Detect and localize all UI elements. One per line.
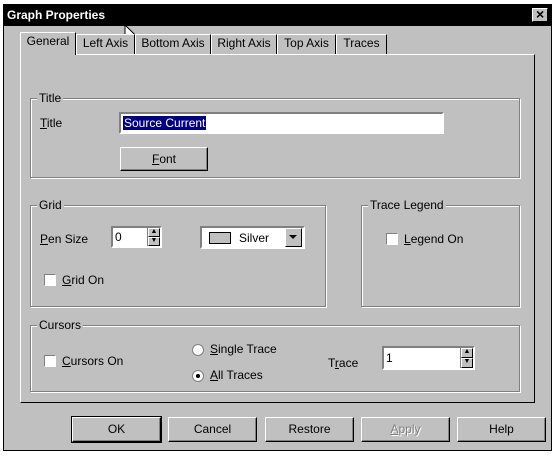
cursors-group: Cursors Cursors On Single Trace All Trac… [30,318,520,392]
cursors-group-legend: Cursors [37,318,84,332]
single-trace-radio[interactable] [192,344,204,356]
font-button[interactable]: Font [120,147,208,171]
close-button[interactable]: × [532,6,548,22]
cursors-on-label: Cursors On [62,354,124,368]
help-button[interactable]: Help [457,417,546,442]
tab-left-axis[interactable]: Left Axis [76,34,135,54]
trace-label: Trace [328,356,359,370]
trace-legend-group: Trace Legend Legend On [361,198,520,307]
pen-size-spin: ▲ ▼ [147,228,160,246]
grid-color-select[interactable]: Silver [200,226,305,249]
cursors-on-checkbox[interactable] [44,355,56,367]
restore-button[interactable]: Restore [265,417,354,442]
trace-up-button[interactable]: ▲ [461,348,473,358]
pen-size-stepper[interactable]: 0 ▲ ▼ [111,226,162,248]
grid-on-label: Grid On [62,273,105,287]
color-swatch [209,232,231,244]
ok-button[interactable]: OK [71,416,162,443]
cancel-button[interactable]: Cancel [168,417,257,442]
title-bar[interactable]: Graph Properties × [4,5,551,26]
pen-size-label: Pen Size [40,232,89,246]
apply-button[interactable]: Apply [361,417,450,442]
tab-right-axis[interactable]: Right Axis [211,34,277,54]
tab-general[interactable]: General [20,32,76,55]
title-group: Title Title Source Current Font [30,91,520,178]
legend-on-label: Legend On [404,232,464,246]
title-group-legend: Title [37,91,64,105]
tab-traces[interactable]: Traces [336,34,387,54]
all-traces-label: All Traces [210,368,263,382]
pen-size-up-button[interactable]: ▲ [148,228,160,237]
chevron-down-icon [289,235,297,239]
grid-group-legend: Grid [37,198,64,212]
single-trace-label: Single Trace [210,342,277,356]
title-label: Title [40,116,63,130]
tab-bottom-axis[interactable]: Bottom Axis [135,34,211,54]
title-input[interactable]: Source Current [119,112,444,134]
all-traces-radio[interactable] [192,370,204,382]
grid-color-dropdown-button[interactable] [285,228,302,247]
dialog-title: Graph Properties [7,8,106,22]
general-tab-panel: Title Title Source Current Font Grid Pen… [20,54,535,403]
pen-size-down-button[interactable]: ▼ [148,237,160,246]
trace-down-button[interactable]: ▼ [461,358,473,368]
grid-group: Grid Pen Size 0 ▲ ▼ Silver Grid On [30,198,326,307]
trace-stepper[interactable]: 1 ▲ ▼ [382,346,475,370]
trace-legend-group-legend: Trace Legend [368,198,446,212]
grid-on-checkbox[interactable] [44,274,56,286]
legend-on-checkbox[interactable] [386,233,398,245]
graph-properties-dialog: Graph Properties × General Left Axis Bot… [3,4,552,451]
grid-color-value: Silver [239,231,270,245]
tab-top-axis[interactable]: Top Axis [277,34,336,54]
close-icon: × [536,6,545,22]
trace-spin: ▲ ▼ [460,348,473,368]
